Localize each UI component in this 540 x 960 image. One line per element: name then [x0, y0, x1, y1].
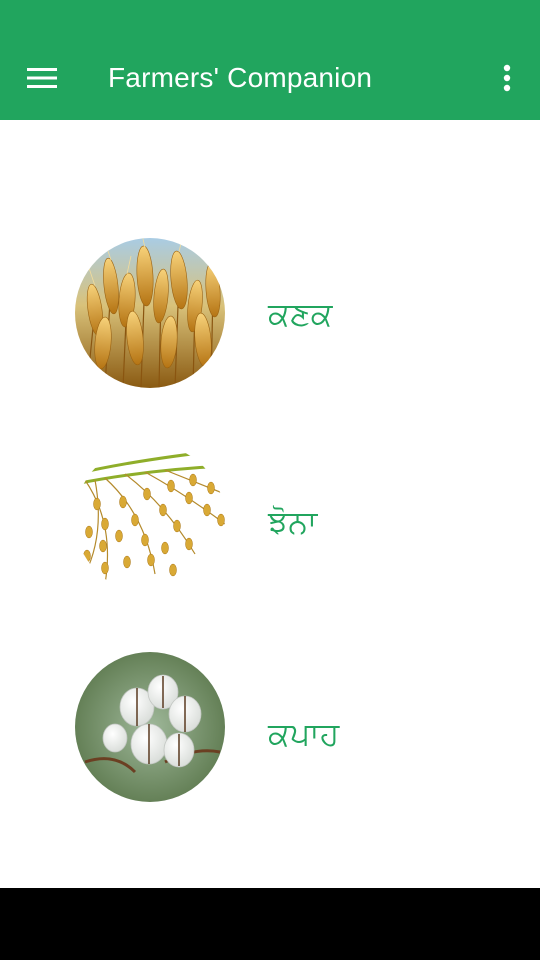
paddy-image[interactable] — [75, 444, 225, 594]
system-navigation-bar — [0, 888, 540, 960]
app-bar: Farmers' Companion — [0, 0, 540, 120]
crop-item-wheat[interactable]: ਕਣਕ — [0, 230, 540, 390]
hamburger-menu-icon[interactable] — [20, 58, 64, 98]
crop-label-cotton[interactable]: ਕਪਾਹ — [268, 714, 339, 754]
crop-label-paddy[interactable]: ਝੋਨਾ — [268, 502, 317, 542]
crop-item-cotton[interactable]: ਕਪਾਹ — [0, 646, 540, 806]
wheat-image[interactable] — [75, 238, 225, 388]
more-vertical-icon[interactable] — [486, 58, 528, 98]
cotton-image[interactable] — [75, 652, 225, 802]
crop-list: ਕਣਕ ਝੋਨਾ ਕਪਾਹ — [0, 120, 540, 888]
crop-item-paddy[interactable]: ਝੋਨਾ — [0, 438, 540, 598]
crop-label-wheat[interactable]: ਕਣਕ — [268, 294, 332, 334]
app-title: Farmers' Companion — [108, 62, 373, 93]
